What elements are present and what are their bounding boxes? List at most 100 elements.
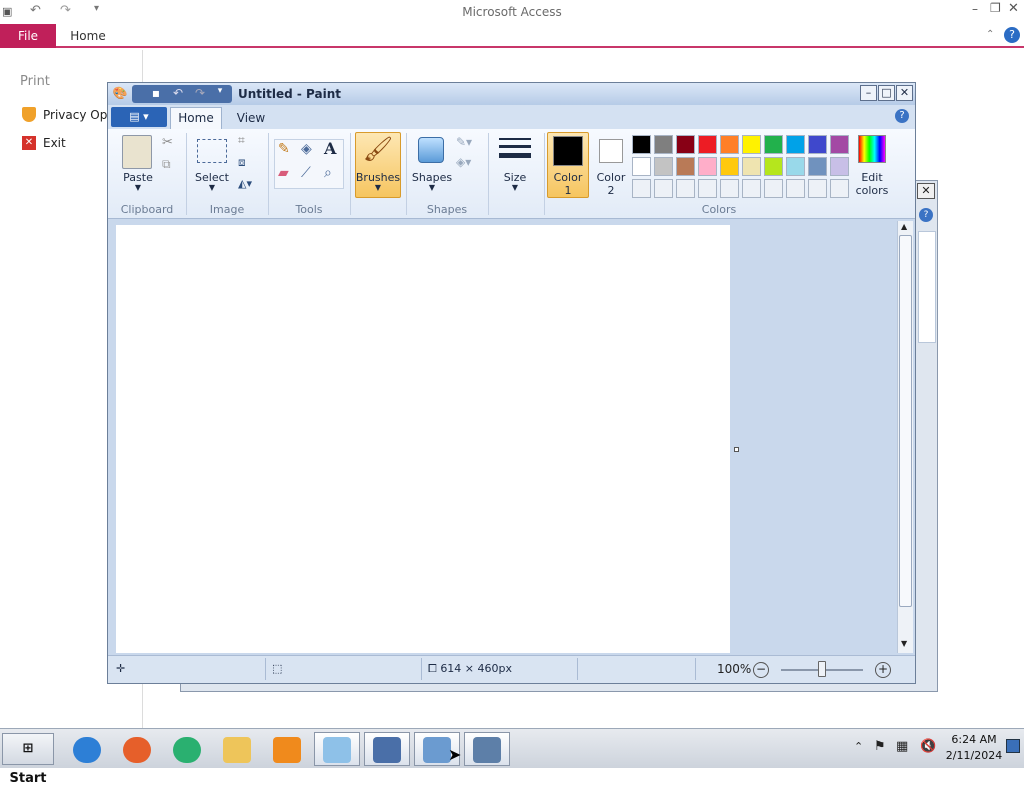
taskbar-edge[interactable] [164, 732, 210, 766]
palette-swatch[interactable] [676, 135, 695, 154]
backstage-print[interactable]: Print [20, 74, 50, 89]
volume-muted-icon[interactable]: 🔇 [920, 739, 936, 754]
size-dropdown-icon[interactable]: ▼ [494, 183, 536, 192]
palette-swatch[interactable] [676, 179, 695, 198]
zoom-slider-handle[interactable] [818, 661, 826, 677]
close-button[interactable]: ✕ [896, 85, 913, 101]
shapes-dropdown-icon[interactable]: ▼ [410, 183, 454, 192]
paste-dropdown-icon[interactable]: ▼ [118, 183, 158, 192]
palette-swatch[interactable] [830, 135, 849, 154]
fill-style-icon[interactable]: ◈▾ [456, 155, 471, 169]
undo-icon[interactable]: ↶ [170, 86, 186, 102]
copy-icon[interactable]: ⧉ [162, 157, 171, 172]
show-desktop-button[interactable] [1006, 739, 1020, 753]
tab-view[interactable]: View [226, 109, 276, 129]
color2-button[interactable]: Color 2 [590, 171, 632, 197]
crop-icon[interactable]: ⌗ [238, 133, 245, 148]
magnifier-icon[interactable]: ⌕ [324, 165, 332, 181]
palette-swatch[interactable] [742, 179, 761, 198]
start-button[interactable]: ⊞ Start [2, 733, 54, 786]
show-hidden-icons-icon[interactable]: ⌃ [854, 740, 863, 753]
close-icon[interactable]: ✕ [917, 183, 935, 199]
network-icon[interactable]: ▦ [896, 739, 908, 754]
help-icon[interactable]: ? [919, 208, 933, 222]
close-icon[interactable]: ✕ [1008, 1, 1019, 16]
palette-swatch[interactable] [786, 135, 805, 154]
taskbar-paint[interactable] [314, 732, 360, 766]
canvas-resize-handle[interactable] [734, 447, 739, 452]
palette-swatch[interactable] [830, 179, 849, 198]
tab-home[interactable]: Home [58, 24, 118, 48]
palette-swatch[interactable] [742, 157, 761, 176]
action-center-flag-icon[interactable]: ⚑ [874, 739, 886, 754]
palette-swatch[interactable] [698, 179, 717, 198]
color2-swatch[interactable] [599, 139, 623, 163]
taskbar-firefox[interactable] [114, 732, 160, 766]
palette-swatch[interactable] [654, 179, 673, 198]
tab-file[interactable]: File [0, 24, 56, 48]
palette-swatch[interactable] [742, 135, 761, 154]
palette-swatch[interactable] [698, 135, 717, 154]
scroll-down-icon[interactable]: ▼ [901, 639, 907, 648]
redo-icon[interactable]: ↷ [192, 86, 208, 102]
zoom-out-icon[interactable]: − [753, 662, 769, 678]
palette-swatch[interactable] [698, 157, 717, 176]
palette-swatch[interactable] [764, 157, 783, 176]
brushes-dropdown-icon[interactable]: ▼ [355, 183, 401, 192]
palette-swatch[interactable] [808, 135, 827, 154]
tab-home[interactable]: Home [170, 107, 222, 129]
pencil-icon[interactable]: ✎ [278, 141, 290, 157]
palette-swatch[interactable] [786, 157, 805, 176]
help-icon[interactable]: ? [1004, 27, 1020, 43]
fill-icon[interactable]: ◈ [301, 141, 312, 157]
palette-swatch[interactable] [808, 179, 827, 198]
taskbar-internet-explorer[interactable] [64, 732, 110, 766]
drawing-canvas[interactable] [116, 225, 730, 653]
palette-swatch[interactable] [764, 179, 783, 198]
color-picker-icon[interactable]: ⟋ [301, 165, 311, 181]
taskbar-file-explorer[interactable] [214, 732, 260, 766]
canvas-area [114, 221, 898, 653]
palette-swatch[interactable] [632, 179, 651, 198]
palette-swatch[interactable] [654, 157, 673, 176]
paint-app-icon[interactable]: 🎨 [112, 86, 128, 102]
resize-icon[interactable]: ⧈ [238, 155, 246, 170]
palette-swatch[interactable] [654, 135, 673, 154]
palette-swatch[interactable] [720, 157, 739, 176]
backstage-exit[interactable]: Exit [43, 136, 66, 150]
palette-swatch[interactable] [632, 135, 651, 154]
text-icon[interactable]: A [324, 139, 336, 158]
palette-swatch[interactable] [676, 157, 695, 176]
minimize-button[interactable]: – [860, 85, 877, 101]
image-size-icon: ⧠ [428, 662, 437, 675]
minimize-icon[interactable]: – [972, 2, 978, 16]
rotate-icon[interactable]: ◭▾ [238, 177, 252, 190]
scroll-up-icon[interactable]: ▲ [901, 222, 907, 231]
help-icon[interactable]: ? [895, 109, 909, 123]
palette-swatch[interactable] [632, 157, 651, 176]
palette-swatch[interactable] [720, 135, 739, 154]
palette-swatch[interactable] [764, 135, 783, 154]
eraser-icon[interactable]: ▰ [278, 165, 289, 181]
taskbar-access-document[interactable] [364, 732, 410, 766]
maximize-button[interactable]: □ [878, 85, 895, 101]
vertical-scrollbar[interactable]: ▲ ▼ [897, 221, 913, 653]
palette-swatch[interactable] [830, 157, 849, 176]
paint-menu-button[interactable]: ▤ ▾ [111, 107, 167, 127]
collapse-ribbon-icon[interactable]: ⌃ [986, 29, 994, 40]
palette-swatch[interactable] [786, 179, 805, 198]
taskbar-window[interactable] [464, 732, 510, 766]
taskbar-media-player[interactable] [264, 732, 310, 766]
quick-access-dropdown-icon[interactable]: ▾ [212, 86, 228, 102]
select-dropdown-icon[interactable]: ▼ [192, 183, 232, 192]
save-icon[interactable]: ▪ [148, 86, 164, 102]
restore-icon[interactable]: ❐ [990, 1, 1001, 15]
palette-swatch[interactable] [808, 157, 827, 176]
palette-swatch[interactable] [720, 179, 739, 198]
edit-colors-button[interactable]: Edit colors [850, 171, 894, 197]
system-clock[interactable]: 6:24 AM 2/11/2024 [944, 732, 1004, 764]
outline-icon[interactable]: ✎▾ [456, 135, 472, 149]
cut-icon[interactable]: ✂ [162, 135, 173, 150]
zoom-in-icon[interactable]: + [875, 662, 891, 678]
scroll-thumb[interactable] [899, 235, 912, 607]
